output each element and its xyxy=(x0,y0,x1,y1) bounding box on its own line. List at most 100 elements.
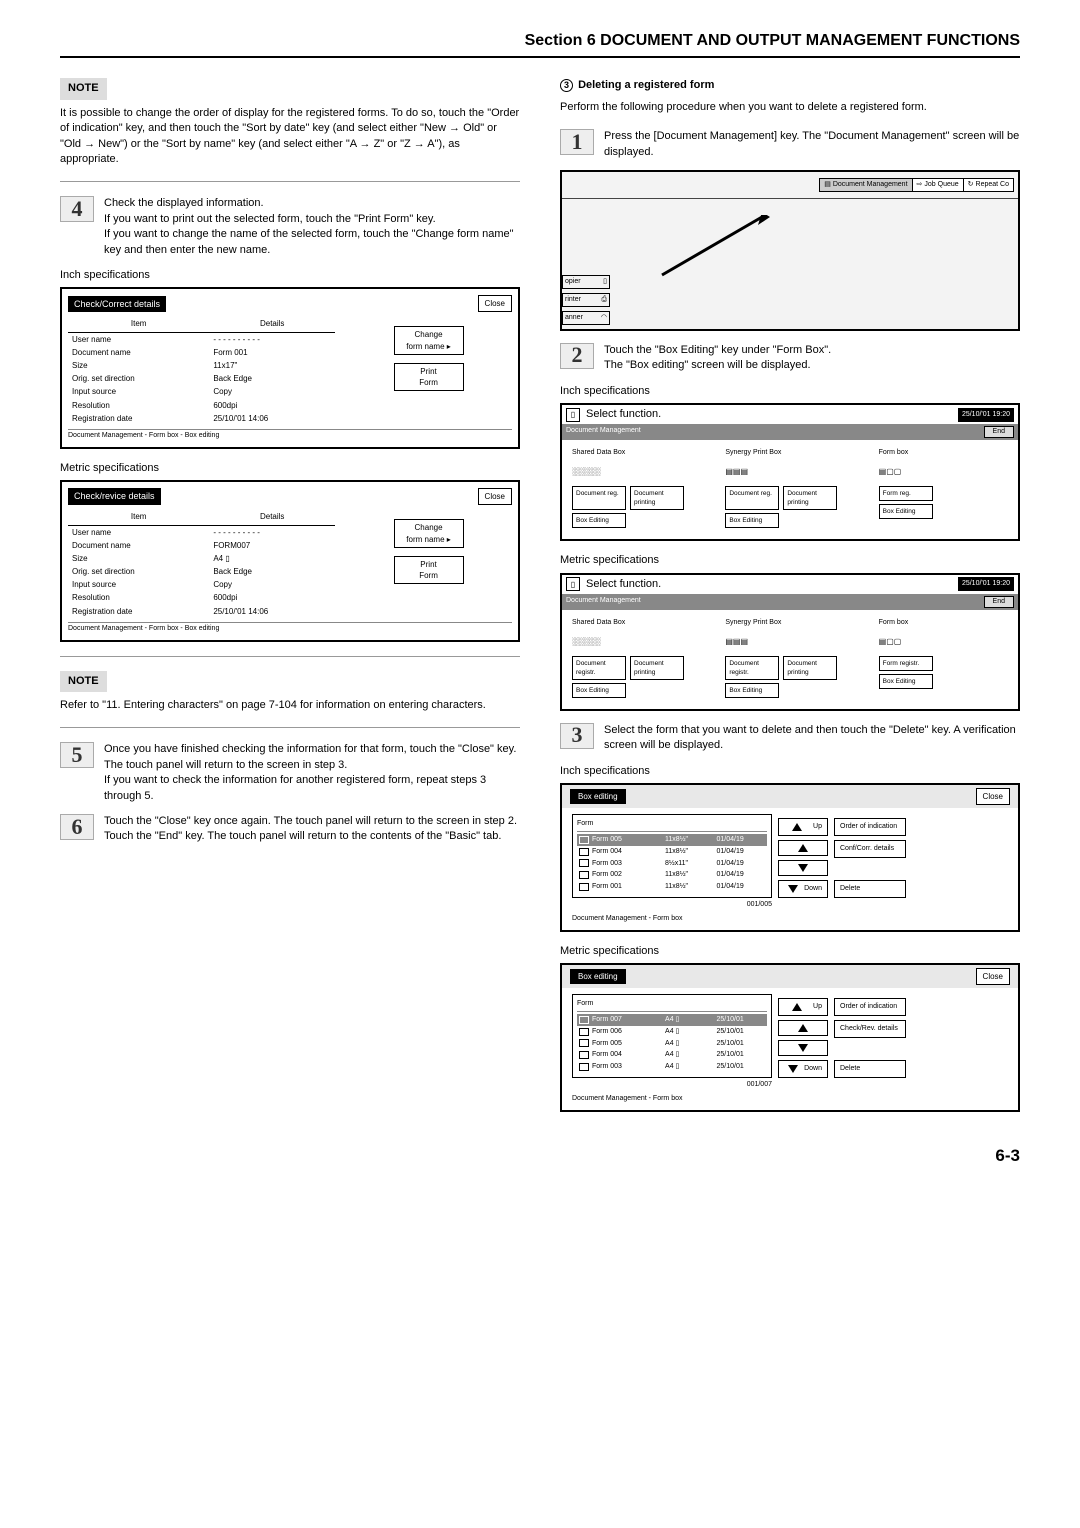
form-reg-button[interactable]: Form registr. xyxy=(879,656,933,671)
step-3-number: 3 xyxy=(560,723,594,749)
print-form-button[interactable]: PrintForm xyxy=(394,556,464,584)
panel-title: Box editing xyxy=(570,969,626,984)
doc-print-button[interactable]: Document printing xyxy=(630,486,684,510)
end-button[interactable]: End xyxy=(984,426,1014,438)
info-icon: ▯ xyxy=(566,577,580,591)
close-button[interactable]: Close xyxy=(976,788,1010,805)
col-details: Details xyxy=(209,316,335,332)
metric-spec-label: Metric specifications xyxy=(60,461,520,476)
order-indication-button[interactable]: Order of indication xyxy=(834,998,906,1016)
form-list: Form Form 00511x8½"01/04/19 Form 00411x8… xyxy=(572,814,772,898)
box-editing-button[interactable]: Box Editing xyxy=(879,674,933,689)
delete-button[interactable]: Delete xyxy=(834,1060,906,1078)
change-form-name-button[interactable]: Changeform name ▸ xyxy=(394,519,464,547)
chevron-up-icon xyxy=(792,823,802,831)
chevron-down-icon xyxy=(788,1065,798,1073)
order-indication-button[interactable]: Order of indication xyxy=(834,818,906,836)
doc-print-button[interactable]: Document printing xyxy=(630,656,684,680)
breadcrumb: Document Management xyxy=(566,426,641,438)
box-editing-button[interactable]: Box Editing xyxy=(879,504,933,519)
doc-reg-button[interactable]: Document registr. xyxy=(572,656,626,680)
up-button[interactable]: Up xyxy=(778,818,828,836)
document-icon xyxy=(579,1016,589,1024)
check-rev-details-button[interactable]: Check/Rev. details xyxy=(834,1020,906,1038)
metric-spec-label: Metric specifications xyxy=(560,944,1020,959)
shared-box-icon: ░░░░░ xyxy=(572,461,701,483)
box-editing-button[interactable]: Box Editing xyxy=(725,513,779,528)
box-editing-button[interactable]: Box Editing xyxy=(572,513,626,528)
check-correct-panel-metric: Check/revice details Close ItemDetails U… xyxy=(60,480,520,641)
shared-box-icon: ░░░░░ xyxy=(572,631,701,653)
breadcrumb: Document Management - Form box - Box edi… xyxy=(68,622,512,634)
doc-reg-button[interactable]: Document registr. xyxy=(725,656,779,680)
breadcrumb: Document Management - Form box xyxy=(572,914,1008,924)
tab-printer[interactable]: rinter⎙ xyxy=(562,293,610,307)
print-form-button[interactable]: PrintForm xyxy=(394,363,464,391)
timestamp: 25/10/'01 19:20 xyxy=(958,408,1014,422)
delete-button[interactable]: Delete xyxy=(834,880,906,898)
printer-icon: ⎙ xyxy=(601,295,607,305)
tab-job-queue[interactable]: ⇨Job Queue xyxy=(912,178,964,192)
chevron-down-icon xyxy=(798,864,808,872)
document-icon xyxy=(579,1063,589,1071)
tab-doc-mgmt[interactable]: ▤Document Management xyxy=(819,178,912,192)
doc-print-button[interactable]: Document printing xyxy=(783,656,837,680)
box-editing-button[interactable]: Box Editing xyxy=(725,683,779,698)
step-6-number: 6 xyxy=(60,814,94,840)
down-button[interactable]: Down xyxy=(778,1060,828,1078)
list-item[interactable]: Form 007A4 ▯25/10/01 xyxy=(577,1014,767,1026)
up-button[interactable]: Up xyxy=(778,998,828,1016)
synergy-box-icon: ▤▤▤ xyxy=(725,461,854,483)
close-button[interactable]: Close xyxy=(976,968,1010,985)
scroll-down[interactable] xyxy=(778,860,828,876)
document-icon xyxy=(579,848,589,856)
scroll-down[interactable] xyxy=(778,1040,828,1056)
inch-spec-label: Inch specifications xyxy=(560,764,1020,779)
document-icon xyxy=(579,1051,589,1059)
doc-print-button[interactable]: Document printing xyxy=(783,486,837,510)
scroll-up[interactable] xyxy=(778,840,828,856)
doc-reg-button[interactable]: Document reg. xyxy=(725,486,779,510)
breadcrumb: Document Management xyxy=(566,596,641,608)
form-box-icon: ▤▢▢ xyxy=(879,631,1008,653)
scroll-up[interactable] xyxy=(778,1020,828,1036)
close-button[interactable]: Close xyxy=(478,488,512,505)
step-5-text: Once you have finished checking the info… xyxy=(104,742,520,804)
tab-repeat-copy[interactable]: ↻Repeat Co xyxy=(963,178,1014,192)
divider xyxy=(60,656,520,657)
end-button[interactable]: End xyxy=(984,596,1014,608)
list-item[interactable]: Form 00211x8½"01/04/19 xyxy=(577,869,767,881)
divider xyxy=(60,727,520,728)
copier-icon: ▯ xyxy=(603,277,607,287)
change-form-name-button[interactable]: Changeform name ▸ xyxy=(394,326,464,354)
subsection-number: 3 xyxy=(560,79,573,92)
list-item[interactable]: Form 00111x8½"01/04/19 xyxy=(577,881,767,893)
step-1-text: Press the [Document Management] key. The… xyxy=(604,129,1020,160)
chevron-down-icon xyxy=(798,1044,808,1052)
chevron-up-icon xyxy=(792,1003,802,1011)
chevron-up-icon xyxy=(798,844,808,852)
document-icon xyxy=(579,871,589,879)
subsection-heading: 3 Deleting a registered form xyxy=(560,78,1020,93)
step-4-number: 4 xyxy=(60,196,94,222)
breadcrumb: Document Management - Form box - Box edi… xyxy=(68,429,512,441)
form-reg-button[interactable]: Form reg. xyxy=(879,486,933,501)
list-item[interactable]: Form 003A4 ▯25/10/01 xyxy=(577,1061,767,1073)
down-button[interactable]: Down xyxy=(778,880,828,898)
repeat-icon: ↻ xyxy=(968,180,974,190)
list-item[interactable]: Form 0038½x11"01/04/19 xyxy=(577,858,767,870)
list-item[interactable]: Form 006A4 ▯25/10/01 xyxy=(577,1026,767,1038)
list-item[interactable]: Form 005A4 ▯25/10/01 xyxy=(577,1038,767,1050)
list-item[interactable]: Form 00411x8½"01/04/19 xyxy=(577,846,767,858)
box-editing-button[interactable]: Box Editing xyxy=(572,683,626,698)
list-item[interactable]: Form 004A4 ▯25/10/01 xyxy=(577,1049,767,1061)
close-button[interactable]: Close xyxy=(478,295,512,312)
doc-reg-button[interactable]: Document reg. xyxy=(572,486,626,510)
conf-corr-details-button[interactable]: Conf/Corr. details xyxy=(834,840,906,858)
list-item[interactable]: Form 00511x8½"01/04/19 xyxy=(577,834,767,846)
note-label: NOTE xyxy=(60,78,107,99)
tab-scanner[interactable]: anner◠ xyxy=(562,311,610,325)
tab-copier[interactable]: opier▯ xyxy=(562,275,610,289)
breadcrumb: Document Management - Form box xyxy=(572,1094,1008,1104)
note-label: NOTE xyxy=(60,671,107,692)
